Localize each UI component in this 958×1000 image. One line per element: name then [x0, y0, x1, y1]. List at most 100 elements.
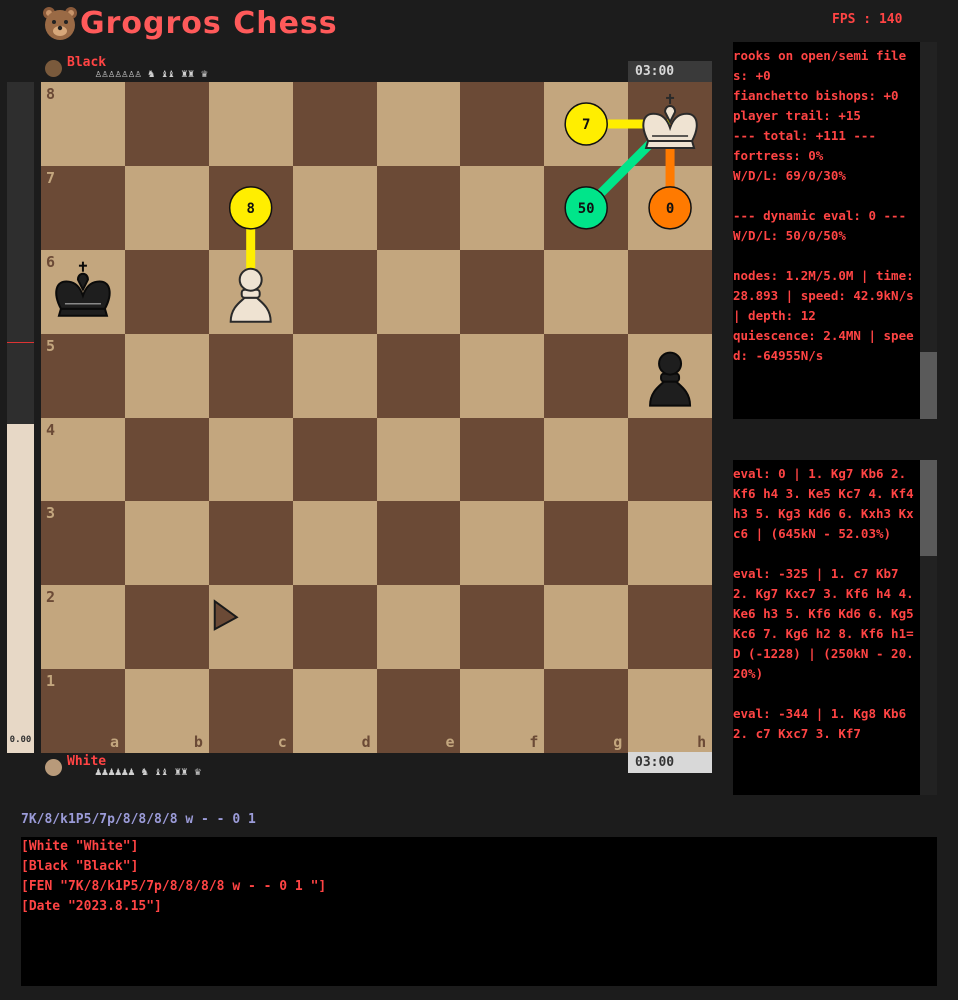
square-a6[interactable]: 6: [41, 249, 125, 334]
square-a2[interactable]: 2: [41, 585, 125, 670]
square-b4[interactable]: [124, 417, 209, 502]
square-d7[interactable]: [292, 165, 377, 250]
chess-board[interactable]: 87654321abcdefgh: [41, 82, 713, 754]
variations-scrollbar[interactable]: [920, 460, 937, 795]
fen-string[interactable]: 7K/8/k1P5/7p/8/8/8/8 w - - 0 1: [21, 812, 256, 827]
square-b2[interactable]: [124, 585, 209, 670]
square-f7[interactable]: [460, 165, 545, 250]
square-g6[interactable]: [544, 249, 629, 334]
square-b7[interactable]: [124, 165, 209, 250]
square-h3[interactable]: [628, 501, 713, 586]
square-d4[interactable]: [292, 417, 377, 502]
variations-text: eval: 0 | 1. Kg7 Kb6 2. Kf6 h4 3. Ke5 Kc…: [733, 466, 914, 741]
fps-counter: FPS : 140: [832, 12, 903, 27]
pgn-line: [FEN "7K/8/k1P5/7p/8/8/8/8 w - - 0 1 "]: [21, 879, 327, 894]
rank-label: 8: [46, 85, 56, 103]
square-h1[interactable]: h: [628, 669, 713, 754]
rank-label: 6: [46, 252, 56, 271]
square-f8[interactable]: [460, 82, 545, 166]
square-b8[interactable]: [124, 82, 209, 166]
variations-panel[interactable]: eval: 0 | 1. Kg7 Kb6 2. Kf6 h4 3. Ke5 Kc…: [733, 460, 937, 795]
square-f5[interactable]: [460, 333, 545, 418]
square-a1[interactable]: 1a: [41, 669, 125, 754]
square-f3[interactable]: [460, 501, 545, 586]
square-e5[interactable]: [376, 333, 461, 418]
eval-bar-white-fill: [7, 424, 34, 753]
square-b5[interactable]: [124, 333, 209, 418]
analysis-panel[interactable]: rooks on open/semi files: +0 fianchetto …: [733, 42, 937, 419]
square-d2[interactable]: [292, 585, 377, 670]
square-g4[interactable]: [544, 417, 629, 502]
square-b1[interactable]: b: [124, 669, 209, 754]
square-h4[interactable]: [628, 417, 713, 502]
file-label: d: [361, 733, 371, 752]
square-f1[interactable]: f: [460, 669, 545, 754]
square-d8[interactable]: [292, 82, 377, 166]
square-f6[interactable]: [460, 249, 545, 334]
square-e8[interactable]: [376, 82, 461, 166]
square-c6[interactable]: [208, 249, 293, 334]
square-a3[interactable]: 3: [41, 501, 125, 586]
square-g7[interactable]: [544, 165, 629, 250]
square-c8[interactable]: [208, 82, 293, 166]
analysis-scroll-thumb[interactable]: [920, 352, 937, 419]
square-b6[interactable]: [124, 249, 209, 334]
pgn-panel[interactable]: [White "White"] [Black "Black"] [FEN "7K…: [21, 837, 937, 986]
rank-label: 1: [46, 672, 56, 691]
file-label: a: [109, 733, 119, 752]
square-h2[interactable]: [628, 585, 713, 670]
clock-black: 03:00: [628, 61, 712, 82]
square-d3[interactable]: [292, 501, 377, 586]
file-label: g: [613, 733, 623, 752]
square-d1[interactable]: d: [292, 669, 377, 754]
variations-scroll-thumb[interactable]: [920, 460, 937, 556]
analysis-scrollbar[interactable]: [920, 42, 937, 419]
square-d5[interactable]: [292, 333, 377, 418]
square-e2[interactable]: [376, 585, 461, 670]
square-d6[interactable]: [292, 249, 377, 334]
square-a4[interactable]: 4: [41, 417, 125, 502]
file-label: e: [445, 733, 455, 752]
square-e1[interactable]: e: [376, 669, 461, 754]
square-g8[interactable]: [544, 82, 629, 166]
file-label: c: [277, 733, 287, 752]
square-e4[interactable]: [376, 417, 461, 502]
square-a8[interactable]: 8: [41, 82, 125, 166]
analysis-text: rooks on open/semi files: +0 fianchetto …: [733, 48, 914, 363]
square-e7[interactable]: [376, 165, 461, 250]
pgn-line: [Date "2023.8.15"]: [21, 899, 162, 914]
square-a5[interactable]: 5: [41, 333, 125, 418]
file-label: f: [529, 733, 539, 752]
square-h5[interactable]: [628, 333, 713, 418]
square-f2[interactable]: [460, 585, 545, 670]
file-label: h: [697, 733, 707, 752]
square-c4[interactable]: [208, 417, 293, 502]
title-row: Grogros Chess: [40, 4, 338, 42]
square-c5[interactable]: [208, 333, 293, 418]
square-c1[interactable]: c: [208, 669, 293, 754]
square-g1[interactable]: g: [544, 669, 629, 754]
avatar: [45, 759, 62, 776]
square-f4[interactable]: [460, 417, 545, 502]
square-e3[interactable]: [376, 501, 461, 586]
square-g3[interactable]: [544, 501, 629, 586]
square-h8[interactable]: [628, 82, 713, 166]
square-e6[interactable]: [376, 249, 461, 334]
file-label: b: [193, 733, 203, 752]
square-h7[interactable]: [628, 165, 713, 250]
bear-logo-icon: [43, 7, 77, 40]
eval-bar: 0.00: [7, 82, 34, 753]
square-c7[interactable]: [208, 165, 293, 250]
square-h6[interactable]: [628, 249, 713, 334]
square-a7[interactable]: 7: [41, 165, 125, 250]
clock-white: 03:00: [628, 752, 712, 773]
square-g5[interactable]: [544, 333, 629, 418]
captured-pieces-black: ♙♙♙♙♙♙♙ ♞ ♝♝ ♜♜ ♛: [95, 67, 208, 80]
square-c2[interactable]: [208, 585, 293, 670]
app-title: Grogros Chess: [80, 5, 338, 41]
rank-label: 7: [46, 168, 56, 187]
square-c3[interactable]: [208, 501, 293, 586]
square-g2[interactable]: [544, 585, 629, 670]
eval-bar-midline: [7, 342, 34, 343]
square-b3[interactable]: [124, 501, 209, 586]
